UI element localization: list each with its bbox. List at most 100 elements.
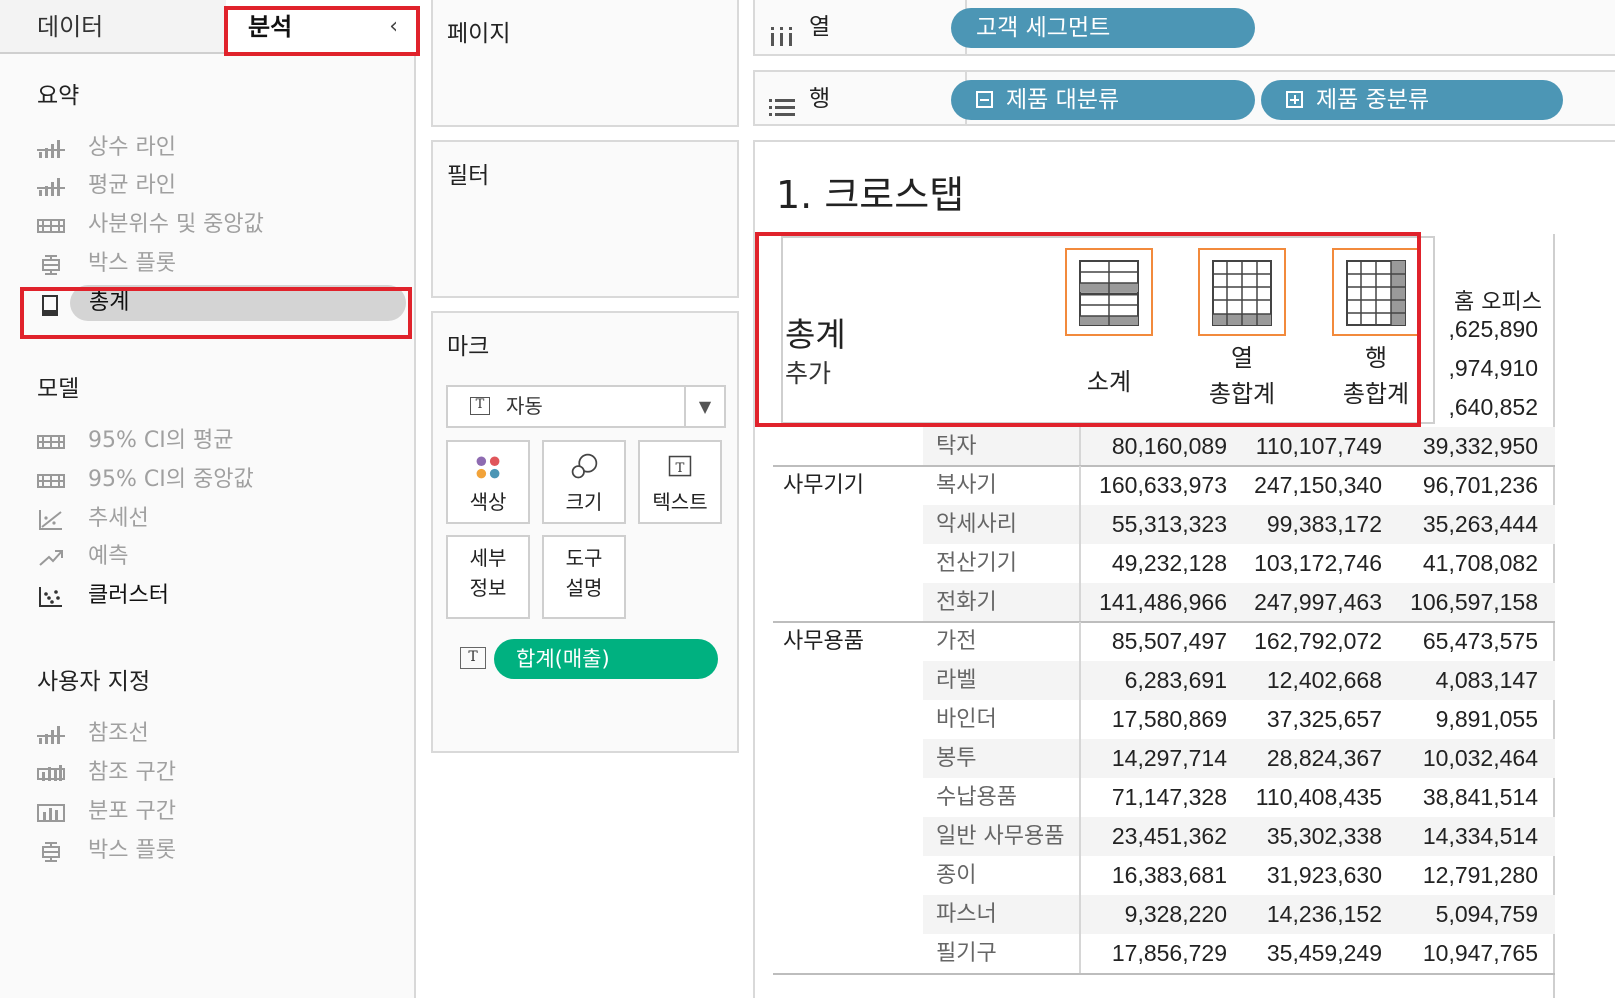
collapse-minus-icon[interactable] <box>976 91 993 108</box>
mark-type-dropdown[interactable]: T 자동 ▼ <box>446 385 726 428</box>
subcategory-label[interactable]: 종이 <box>936 856 976 895</box>
item-median-ci[interactable]: 95% CI의 중앙값 <box>37 462 397 498</box>
reference-line-icon <box>37 722 65 744</box>
item-reference-band[interactable]: 참조 구간 <box>37 755 397 791</box>
subcategory-label[interactable]: 탁자 <box>936 427 976 466</box>
marks-tooltip-button[interactable]: 도구 설명 <box>542 535 626 619</box>
subcategory-label[interactable]: 수납용품 <box>936 778 1017 817</box>
rows-icon <box>767 86 797 116</box>
column-divider <box>1079 895 1081 934</box>
pages-card[interactable]: 페이지 <box>431 0 739 127</box>
cell-value: 4,083,147 <box>1435 667 1538 693</box>
item-trend-line[interactable]: 추세선 <box>37 501 397 537</box>
table-row[interactable]: 수납용품 71,147,328 110,408,435 38,841,514 <box>773 778 1555 817</box>
cell-value: 5,094,759 <box>1435 901 1538 927</box>
table-row[interactable]: 종이 16,383,681 31,923,630 12,791,280 <box>773 856 1555 895</box>
subcategory-label[interactable]: 파스너 <box>936 895 997 934</box>
filters-card-title: 필터 <box>447 163 490 189</box>
subcategory-label[interactable]: 바인더 <box>936 700 997 739</box>
cell-value: 85,507,497 <box>1111 628 1227 654</box>
marks-text-button[interactable]: T 텍스트 <box>638 440 722 524</box>
cell-value: 35,459,249 <box>1266 940 1382 966</box>
table-row[interactable]: 사무용품 가전 85,507,497 162,792,072 65,473,575 <box>773 622 1555 661</box>
cell-value: 12,402,668 <box>1266 667 1382 693</box>
item-distribution-band[interactable]: 분포 구간 <box>37 794 397 830</box>
table-row[interactable]: 바인더 17,580,869 37,325,657 9,891,055 <box>773 700 1555 739</box>
text-icon: T <box>668 455 692 477</box>
subcategory-label[interactable]: 일반 사무용품 <box>936 817 1064 856</box>
table-row[interactable]: 필기구 17,856,729 35,459,249 10,947,765 <box>773 934 1555 973</box>
table-row[interactable]: 사무기기 복사기 160,633,973 247,150,340 96,701,236 <box>773 466 1555 505</box>
item-box-plot-custom[interactable]: 박스 플롯 <box>37 833 397 869</box>
subcategory-label[interactable]: 전화기 <box>936 583 997 622</box>
subcategory-label[interactable]: 가전 <box>936 622 976 661</box>
table-row[interactable]: 봉투 14,297,714 28,824,367 10,032,464 <box>773 739 1555 778</box>
section-summary-title: 요약 <box>37 83 80 109</box>
subcategory-label[interactable]: 봉투 <box>936 739 976 778</box>
pill-customer-segment[interactable]: 고객 세그먼트 <box>951 8 1255 48</box>
table-row[interactable]: 전산기기 49,232,128 103,172,746 41,708,082 <box>773 544 1555 583</box>
item-quartile-median[interactable]: 사분위수 및 중앙값 <box>37 207 397 243</box>
table-row[interactable]: 탁자 80,160,089 110,107,749 39,332,950 <box>773 427 1555 466</box>
mark-type-value: 자동 <box>506 394 543 418</box>
distribution-band-icon <box>37 468 65 488</box>
item-reference-line[interactable]: 참조선 <box>37 716 397 752</box>
table-row[interactable]: 파스너 9,328,220 14,236,152 5,094,759 <box>773 895 1555 934</box>
item-forecast[interactable]: 예측 <box>37 539 397 575</box>
table-row[interactable]: 일반 사무용품 23,451,362 35,302,338 14,334,514 <box>773 817 1555 856</box>
pill-product-category[interactable]: 제품 대분류 <box>951 80 1255 120</box>
cell-value: 110,408,435 <box>1255 784 1382 810</box>
category-label[interactable]: 사무용품 <box>783 622 864 661</box>
box-plot-icon <box>37 252 65 275</box>
cell-value: 103,172,746 <box>1254 550 1382 576</box>
text-encoding-icon[interactable]: T <box>460 647 486 669</box>
category-label[interactable]: 사무기기 <box>783 466 864 505</box>
cell-value: 14,297,714 <box>1111 745 1227 771</box>
columns-label-text: 열 <box>809 14 831 40</box>
cell-value: 14,334,514 <box>1422 823 1538 849</box>
marks-detail-button[interactable]: 세부 정보 <box>446 535 530 619</box>
cell-value: 80,160,089 <box>1111 433 1227 459</box>
item-label: 예측 <box>88 544 129 569</box>
table-row[interactable]: 전화기 141,486,966 247,997,463 106,597,158 <box>773 583 1555 622</box>
color-palette-icon <box>476 456 500 479</box>
marks-size-button[interactable]: 크기 <box>542 440 626 524</box>
item-average-ci[interactable]: 95% CI의 평균 <box>37 423 397 459</box>
item-constant-line[interactable]: 상수 라인 <box>37 130 397 166</box>
marks-card: 마크 T 자동 ▼ 색상 크기 T 텍스트 세부 정보 도구 설명 T 합계(매… <box>431 311 739 753</box>
table-row[interactable]: 악세사리 55,313,323 99,383,172 35,263,444 <box>773 505 1555 544</box>
item-box-plot[interactable]: 박스 플롯 <box>37 246 397 282</box>
columns-shelf[interactable]: 열 고객 세그먼트 <box>753 0 1615 56</box>
sheet-title: 1. 크로스탭 <box>776 173 965 217</box>
filters-card[interactable]: 필터 <box>431 140 739 298</box>
cell-value: 96,701,236 <box>1422 472 1538 498</box>
column-divider <box>1079 583 1081 622</box>
table-row[interactable]: 라벨 6,283,691 12,402,668 4,083,147 <box>773 661 1555 700</box>
marks-color-button[interactable]: 색상 <box>446 440 530 524</box>
subcategory-label[interactable]: 필기구 <box>936 934 997 973</box>
tab-data[interactable]: 데이터 <box>0 0 226 54</box>
reference-band-icon <box>37 761 65 781</box>
subcategory-label[interactable]: 악세사리 <box>936 505 1017 544</box>
subcategory-label[interactable]: 전산기기 <box>936 544 1017 583</box>
item-label: 평균 라인 <box>88 173 176 198</box>
expand-plus-icon[interactable] <box>1286 91 1303 108</box>
rows-shelf[interactable]: 행 제품 대분류 제품 중분류 <box>753 70 1615 126</box>
reference-line-icon <box>37 174 65 196</box>
distribution-band-icon <box>37 429 65 449</box>
chevron-down-icon[interactable]: ▼ <box>684 387 724 426</box>
item-label: 95% CI의 중앙값 <box>88 467 254 492</box>
columns-icon <box>767 14 797 46</box>
item-label: 사분위수 및 중앙값 <box>88 212 264 237</box>
item-label: 박스 플롯 <box>88 838 176 863</box>
measure-pill-sum-sales[interactable]: 합계(매출) <box>494 639 718 679</box>
item-cluster[interactable]: 클러스터 <box>37 578 397 614</box>
column-divider <box>1079 466 1081 505</box>
cell-value: 247,150,340 <box>1254 472 1382 498</box>
subcategory-label[interactable]: 복사기 <box>936 466 997 505</box>
pill-product-subcategory[interactable]: 제품 중분류 <box>1261 80 1563 120</box>
pages-card-title: 페이지 <box>447 21 511 47</box>
item-average-line[interactable]: 평균 라인 <box>37 168 397 204</box>
cell-value: 10,947,765 <box>1422 940 1538 966</box>
subcategory-label[interactable]: 라벨 <box>936 661 976 700</box>
